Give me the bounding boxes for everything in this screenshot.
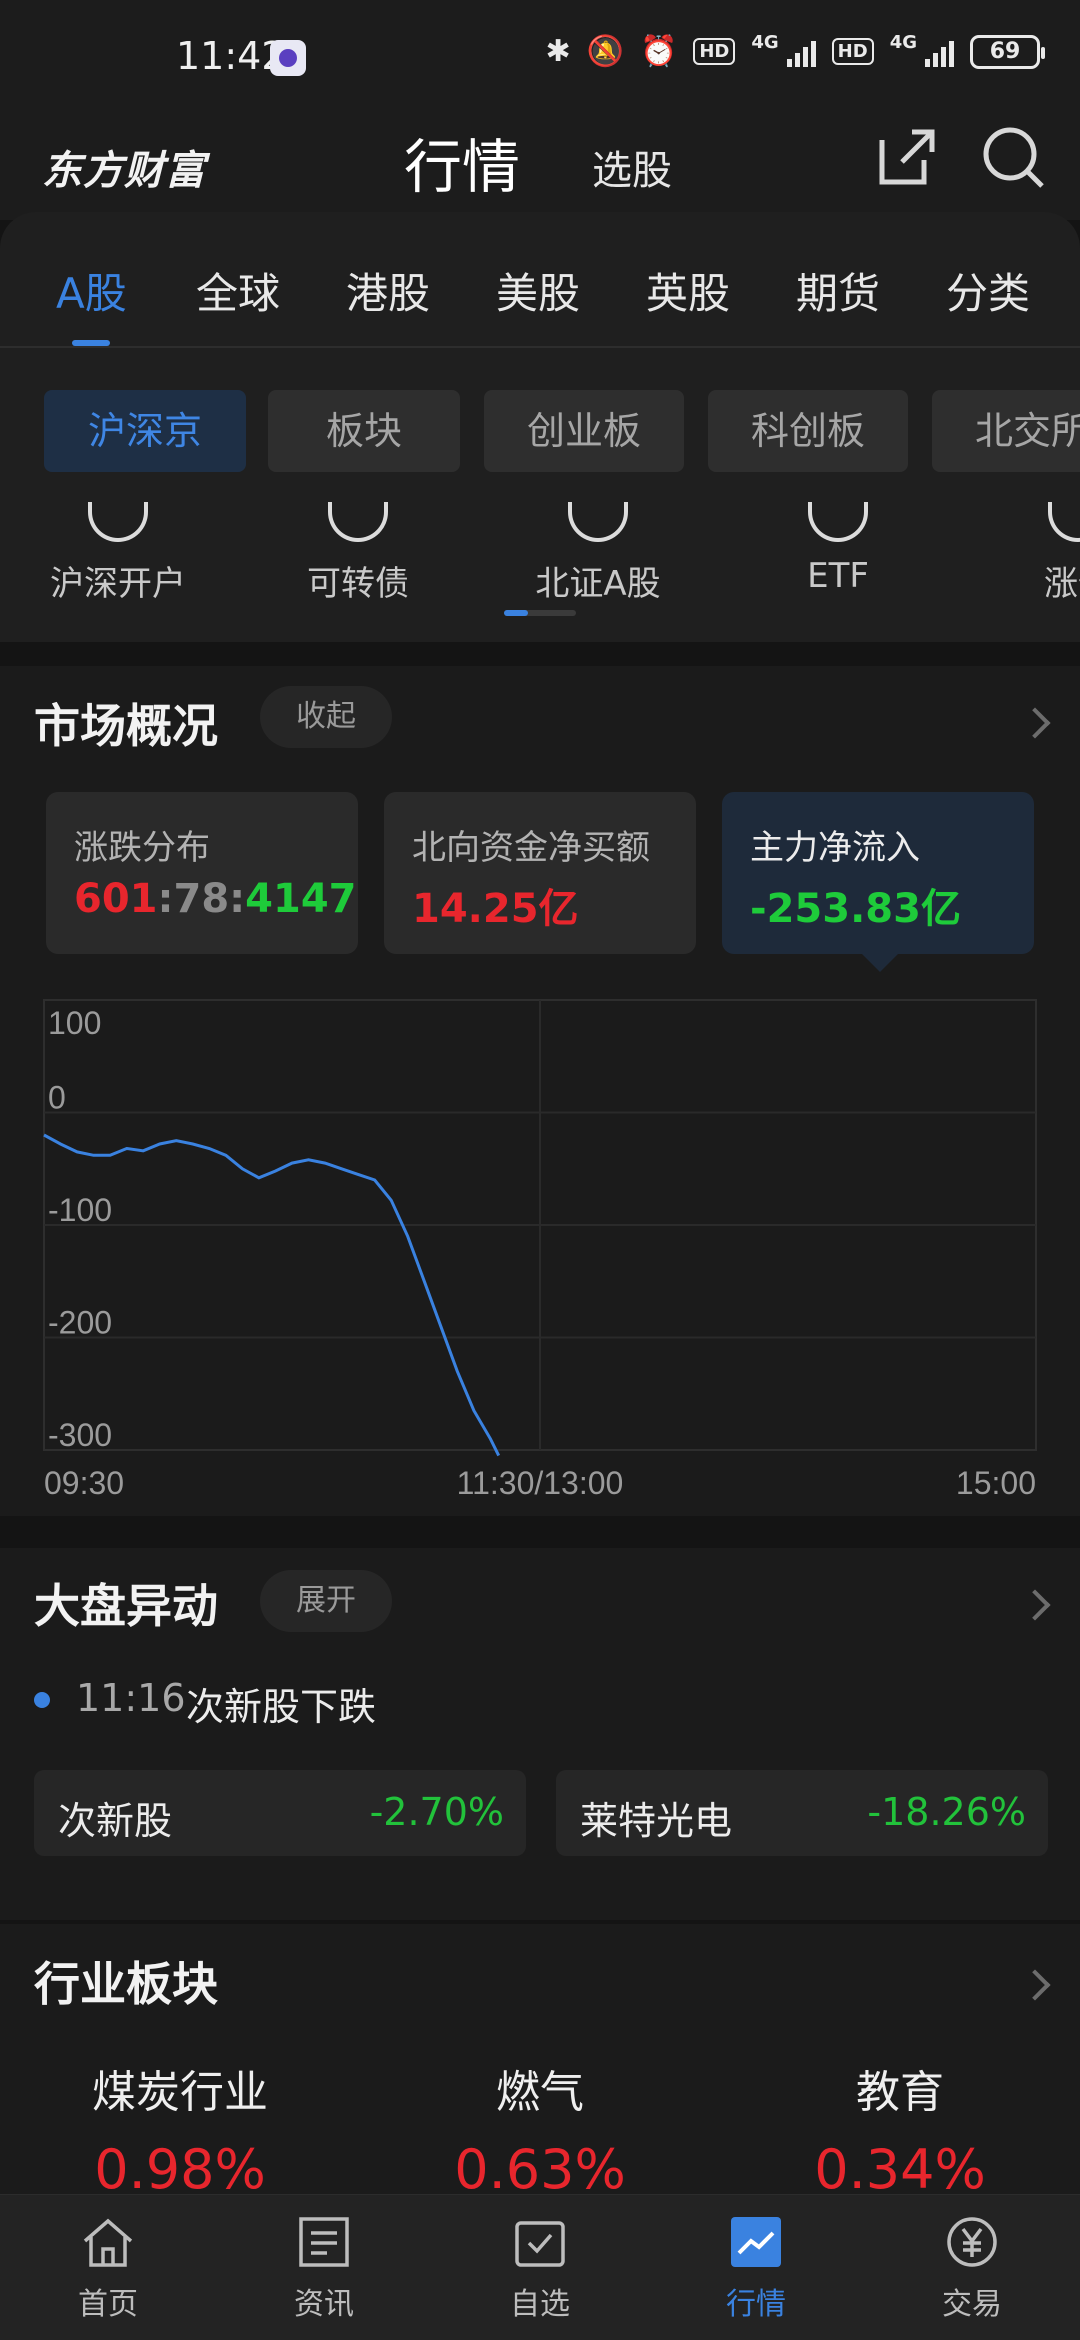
bottom-nav: 首页 资讯 自选 行情 交易 xyxy=(0,2194,1080,2340)
chip-bse[interactable]: 北交所 xyxy=(932,390,1080,472)
expand-button[interactable]: 展开 xyxy=(260,1570,392,1632)
market-alerts-section: 大盘异动 展开 xyxy=(0,1548,1080,1920)
chevron-right-icon[interactable] xyxy=(1019,707,1051,739)
app-notification-icon xyxy=(270,40,306,76)
industry-item[interactable]: 煤炭行业 0.98% xyxy=(30,2056,330,2201)
nav-market[interactable]: 行情 xyxy=(656,2195,856,2340)
account-icon xyxy=(88,502,148,542)
tab-global[interactable]: 全球 xyxy=(196,260,280,321)
net-inflow-line xyxy=(43,1133,501,1457)
chip-chinext[interactable]: 创业板 xyxy=(484,390,684,472)
status-bar: 11:42 ✱ 🔕 ⏰ HD 4G HD 4G 69 xyxy=(0,0,1080,120)
nav-home[interactable]: 首页 xyxy=(8,2195,208,2340)
chip-shenzhen-shanghai-beijing[interactable]: 沪深京 xyxy=(44,390,246,472)
mute-icon: 🔕 xyxy=(586,34,624,69)
alert-stock[interactable]: 次新股 -2.70% xyxy=(34,1770,526,1856)
tab-stock-picker[interactable]: 选股 xyxy=(592,138,672,196)
card-main-net-inflow[interactable]: 主力净流入 -253.83亿 xyxy=(722,792,1034,954)
x-tick-label: 09:30 xyxy=(44,1465,124,1501)
share-icon[interactable] xyxy=(872,122,942,192)
shortcut-open-account[interactable]: 沪深开户 xyxy=(18,502,218,605)
nav-news[interactable]: 资讯 xyxy=(224,2195,424,2340)
yuan-icon xyxy=(947,2217,997,2267)
nav-trade[interactable]: 交易 xyxy=(872,2195,1072,2340)
chip-star-market[interactable]: 科创板 xyxy=(708,390,908,472)
card-northbound[interactable]: 北向资金净买额 14.25亿 xyxy=(384,792,696,954)
advance-decline-value: 601:78:4147 xyxy=(74,876,357,922)
alert-time: 11:16 xyxy=(76,1676,186,1720)
market-chart-icon xyxy=(731,2217,781,2267)
bse-icon xyxy=(568,502,628,542)
y-tick-label: 100 xyxy=(48,1005,101,1041)
etf-icon xyxy=(808,502,868,542)
shortcut-convertible-bonds[interactable]: 可转债 xyxy=(258,502,458,605)
collapse-button[interactable]: 收起 xyxy=(260,686,392,748)
battery-icon: 69 xyxy=(970,34,1045,69)
net-inflow-chart: 100 0 -100 -200 -300 09:30 11:30/13:00 15:00 xyxy=(43,999,1037,1501)
network-type-2: 4G xyxy=(889,32,917,53)
news-icon xyxy=(299,2217,349,2267)
shortcut-scroll-indicator xyxy=(504,610,576,616)
industry-item[interactable]: 教育 0.34% xyxy=(750,2056,1050,2201)
hd-badge: HD xyxy=(693,38,736,65)
tab-market[interactable]: 行情 xyxy=(404,120,520,204)
tab-uk[interactable]: 英股 xyxy=(646,260,730,321)
x-tick-label: 11:30/13:00 xyxy=(457,1465,624,1501)
shortcut-etf[interactable]: ETF xyxy=(738,502,938,596)
alert-text[interactable]: 次新股下跌 xyxy=(186,1676,376,1731)
tab-category[interactable]: 分类 xyxy=(946,260,1030,321)
home-icon xyxy=(83,2218,133,2267)
y-tick-label: -100 xyxy=(48,1192,112,1228)
limit-up-icon xyxy=(1048,502,1080,542)
tab-a-share[interactable]: A股 xyxy=(56,260,127,321)
status-icons: ✱ 🔕 ⏰ HD 4G HD 4G 69 xyxy=(545,32,1045,69)
tab-hk[interactable]: 港股 xyxy=(346,260,430,321)
section-title: 行业板块 xyxy=(34,1957,218,2011)
app-header: 东方财富 行情 选股 xyxy=(0,120,1080,220)
alert-stock[interactable]: 莱特光电 -18.26% xyxy=(556,1770,1048,1856)
market-panel: A股 全球 港股 美股 英股 期货 分类 沪深京 板块 创业板 科创板 北交所 … xyxy=(0,212,1080,642)
selected-card-pointer xyxy=(862,954,898,972)
card-advance-decline[interactable]: 涨跌分布 601:78:4147 xyxy=(46,792,358,954)
divider xyxy=(0,346,1080,348)
alert-dot xyxy=(34,1692,50,1708)
signal-icon xyxy=(786,37,816,67)
search-icon[interactable] xyxy=(978,122,1048,192)
tab-futures[interactable]: 期货 xyxy=(796,260,880,321)
network-type: 4G xyxy=(751,32,779,53)
hd-badge-2: HD xyxy=(831,38,874,65)
y-tick-label: -200 xyxy=(48,1305,112,1341)
chevron-right-icon[interactable] xyxy=(1019,1969,1051,2001)
tab-us[interactable]: 美股 xyxy=(496,260,580,321)
chip-sectors[interactable]: 板块 xyxy=(268,390,460,472)
x-tick-label: 15:00 xyxy=(956,1465,1036,1501)
alarm-icon: ⏰ xyxy=(639,34,678,69)
bond-icon xyxy=(328,502,388,542)
chevron-right-icon[interactable] xyxy=(1019,1589,1051,1621)
y-tick-label: -300 xyxy=(48,1417,112,1453)
shortcut-limit-up[interactable]: 涨停 xyxy=(978,502,1080,605)
market-tabs: A股 全球 港股 美股 英股 期货 分类 xyxy=(0,260,1080,324)
industry-item[interactable]: 燃气 0.63% xyxy=(390,2056,690,2201)
shortcut-bse-a-shares[interactable]: 北证A股 xyxy=(498,502,698,605)
section-title: 大盘异动 xyxy=(34,1579,218,1633)
app-logo: 东方财富 xyxy=(42,148,206,194)
signal-icon-2 xyxy=(925,37,954,67)
y-tick-label: 0 xyxy=(48,1080,66,1116)
bluetooth-icon: ✱ xyxy=(545,34,571,69)
nav-watchlist[interactable]: 自选 xyxy=(440,2195,640,2340)
watchlist-icon xyxy=(515,2221,565,2267)
section-title: 市场概况 xyxy=(34,699,218,753)
